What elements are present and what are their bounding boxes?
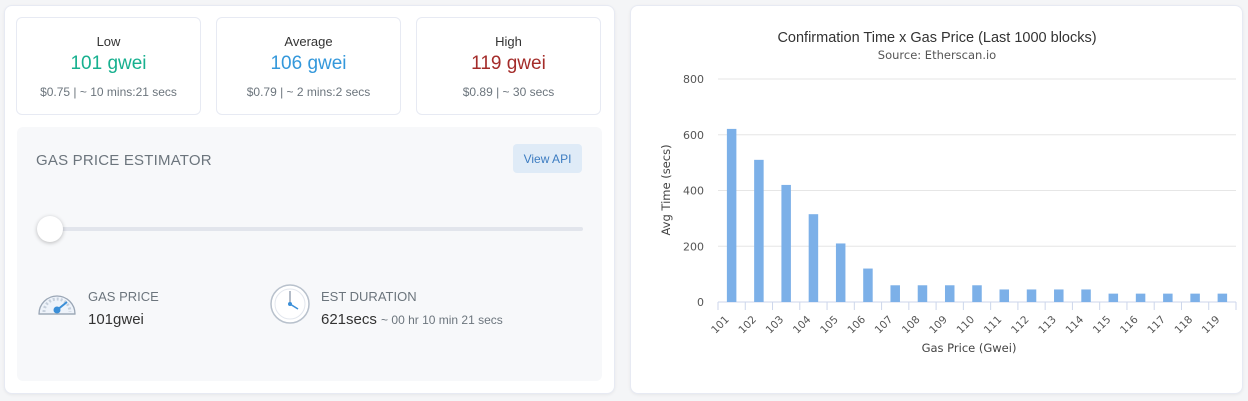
x-tick-label: 117: [1145, 314, 1168, 337]
confirmation-time-chart-panel: Confirmation Time x Gas Price (Last 1000…: [630, 5, 1243, 394]
x-tick-label: 107: [873, 314, 896, 337]
bar-106: [863, 268, 873, 302]
x-tick-label: 112: [1009, 314, 1032, 337]
y-tick-label: 600: [683, 129, 704, 142]
x-tick-label: 115: [1091, 314, 1114, 337]
y-tick-label: 800: [683, 73, 704, 86]
x-tick-label: 101: [709, 314, 732, 337]
x-tick-label: 110: [954, 314, 977, 337]
y-axis-label: Avg Time (secs): [659, 144, 673, 235]
bar-104: [808, 214, 819, 302]
bar-110: [972, 285, 982, 302]
x-tick-label: 119: [1200, 314, 1223, 337]
view-api-button[interactable]: View API: [513, 144, 582, 173]
bar-103: [781, 184, 791, 302]
bar-108: [917, 285, 928, 302]
clock-icon: [269, 283, 311, 330]
chart-subtitle: Source: Etherscan.io: [878, 48, 996, 62]
x-tick-label: 111: [982, 314, 1005, 337]
high-value: 119 gwei: [471, 53, 546, 74]
x-tick-label: 116: [1118, 313, 1141, 336]
bar-114: [1081, 289, 1091, 302]
low-label: Low: [96, 34, 121, 49]
est-duration-detail: ~ 00 hr 10 min 21 secs: [381, 313, 503, 327]
x-tick-label: 102: [736, 314, 759, 337]
low-subtext: $0.75 | ~ 10 mins:21 secs: [40, 85, 177, 99]
bar-116: [1135, 293, 1146, 302]
bar-105: [835, 243, 846, 302]
y-tick-label: 0: [697, 296, 704, 309]
average-value: 106 gwei: [270, 53, 347, 74]
x-tick-label: 113: [1036, 314, 1059, 337]
x-tick-label: 108: [900, 314, 923, 337]
gas-tracker-panel: Low 101 gwei $0.75 | ~ 10 mins:21 secs A…: [4, 5, 615, 394]
x-tick-label: 106: [845, 313, 868, 336]
x-tick-label: 114: [1064, 313, 1087, 336]
x-tick-label: 104: [791, 313, 814, 336]
x-tick-label: 118: [1173, 314, 1196, 337]
confirmation-time-chart: Confirmation Time x Gas Price (Last 1000…: [659, 30, 1237, 355]
gas-price-value: 101gwei: [88, 311, 144, 328]
high-price-card: High 119 gwei $0.89 | ~ 30 secs: [416, 17, 601, 115]
bar-102: [754, 159, 764, 302]
bar-111: [999, 289, 1010, 302]
est-duration-seconds: 621secs: [321, 311, 377, 328]
average-price-card: Average 106 gwei $0.79 | ~ 2 mins:2 secs: [216, 17, 401, 115]
chart-title: Confirmation Time x Gas Price (Last 1000…: [777, 30, 1096, 46]
high-label: High: [495, 34, 522, 49]
est-duration-label: EST DURATION: [321, 289, 417, 304]
speedometer-icon: [36, 284, 78, 323]
x-tick-label: 103: [764, 314, 787, 337]
x-tick-label: 109: [927, 314, 950, 337]
gas-price-slider-track[interactable]: [41, 227, 583, 231]
average-subtext: $0.79 | ~ 2 mins:2 secs: [246, 85, 371, 99]
x-tick-label: 105: [818, 314, 841, 337]
y-tick-label: 400: [683, 185, 704, 198]
bar-107: [890, 285, 900, 302]
high-subtext: $0.89 | ~ 30 secs: [462, 85, 555, 99]
bar-113: [1054, 289, 1064, 302]
y-tick-label: 200: [683, 240, 704, 253]
bar-109: [944, 285, 955, 302]
low-value: 101 gwei: [70, 53, 147, 74]
estimator-title: GAS PRICE ESTIMATOR: [36, 152, 212, 169]
gas-price-slider-handle[interactable]: [37, 216, 63, 242]
low-price-card: Low 101 gwei $0.75 | ~ 10 mins:21 secs: [16, 17, 201, 115]
average-label: Average: [284, 34, 333, 49]
bar-112: [1026, 289, 1037, 302]
est-duration-value: 621secs ~ 00 hr 10 min 21 secs: [321, 311, 503, 328]
bar-117: [1163, 293, 1173, 302]
bar-118: [1190, 293, 1200, 302]
gas-price-label: GAS PRICE: [88, 289, 159, 304]
bar-119: [1217, 293, 1228, 302]
gas-price-estimator: GAS PRICE ESTIMATOR View API GAS PRICE 1…: [17, 127, 602, 381]
bar-115: [1108, 293, 1119, 302]
x-axis-label: Gas Price (Gwei): [922, 341, 1017, 355]
bar-101: [726, 128, 737, 302]
